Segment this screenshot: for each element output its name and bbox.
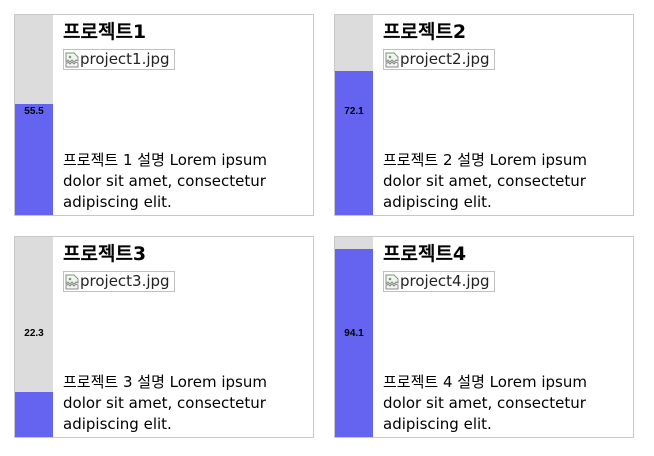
project-title: 프로젝트3 (63, 243, 147, 265)
progress-gauge: 22.3 (15, 237, 53, 437)
project-image: project4.jpg (383, 271, 495, 292)
progress-gauge-value: 94.1 (344, 328, 364, 339)
progress-gauge-value: 72.1 (344, 106, 364, 117)
broken-image-icon (65, 52, 79, 68)
project-image-alt-text: project1.jpg (80, 50, 170, 68)
project-description: 프로젝트 3 설명 Lorem ipsum dolor sit amet, co… (63, 373, 267, 433)
project-card: 72.1 프로젝트2 project2.jpg 프로젝트 2 설명 Lorem … (334, 14, 634, 216)
project-description: 프로젝트 1 설명 Lorem ipsum dolor sit amet, co… (63, 151, 267, 211)
project-description: 프로젝트 2 설명 Lorem ipsum dolor sit amet, co… (383, 151, 587, 211)
project-content: 프로젝트3 project3.jpg 프로젝트 3 설명 Lorem ipsum… (63, 237, 309, 437)
broken-image-icon (385, 274, 399, 290)
broken-image-icon (65, 274, 79, 290)
progress-gauge-fill (335, 249, 373, 437)
progress-gauge: 55.5 (15, 15, 53, 215)
progress-gauge-value: 55.5 (24, 106, 44, 117)
project-content: 프로젝트1 project1.jpg 프로젝트 1 설명 Lorem ipsum… (63, 15, 309, 215)
project-content: 프로젝트4 project4.jpg 프로젝트 4 설명 Lorem ipsum… (383, 237, 629, 437)
project-title: 프로젝트4 (383, 243, 467, 265)
project-content: 프로젝트2 project2.jpg 프로젝트 2 설명 Lorem ipsum… (383, 15, 629, 215)
project-image-alt-text: project2.jpg (400, 50, 490, 68)
progress-gauge: 72.1 (335, 15, 373, 215)
project-image-alt-text: project3.jpg (80, 272, 170, 290)
project-title: 프로젝트2 (383, 21, 467, 43)
project-card: 55.5 프로젝트1 project1.jpg 프로젝트 1 설명 Lorem … (14, 14, 314, 216)
broken-image-icon (385, 52, 399, 68)
progress-gauge-fill (15, 104, 53, 215)
progress-gauge-fill (335, 71, 373, 215)
project-description: 프로젝트 4 설명 Lorem ipsum dolor sit amet, co… (383, 373, 587, 433)
project-image: project2.jpg (383, 49, 495, 70)
project-image: project3.jpg (63, 271, 175, 292)
progress-gauge-value: 22.3 (24, 328, 44, 339)
progress-gauge-fill (15, 392, 53, 437)
project-title: 프로젝트1 (63, 21, 147, 43)
progress-gauge: 94.1 (335, 237, 373, 437)
project-card: 94.1 프로젝트4 project4.jpg 프로젝트 4 설명 Lorem … (334, 236, 634, 438)
project-image: project1.jpg (63, 49, 175, 70)
project-image-alt-text: project4.jpg (400, 272, 490, 290)
project-card: 22.3 프로젝트3 project3.jpg 프로젝트 3 설명 Lorem … (14, 236, 314, 438)
